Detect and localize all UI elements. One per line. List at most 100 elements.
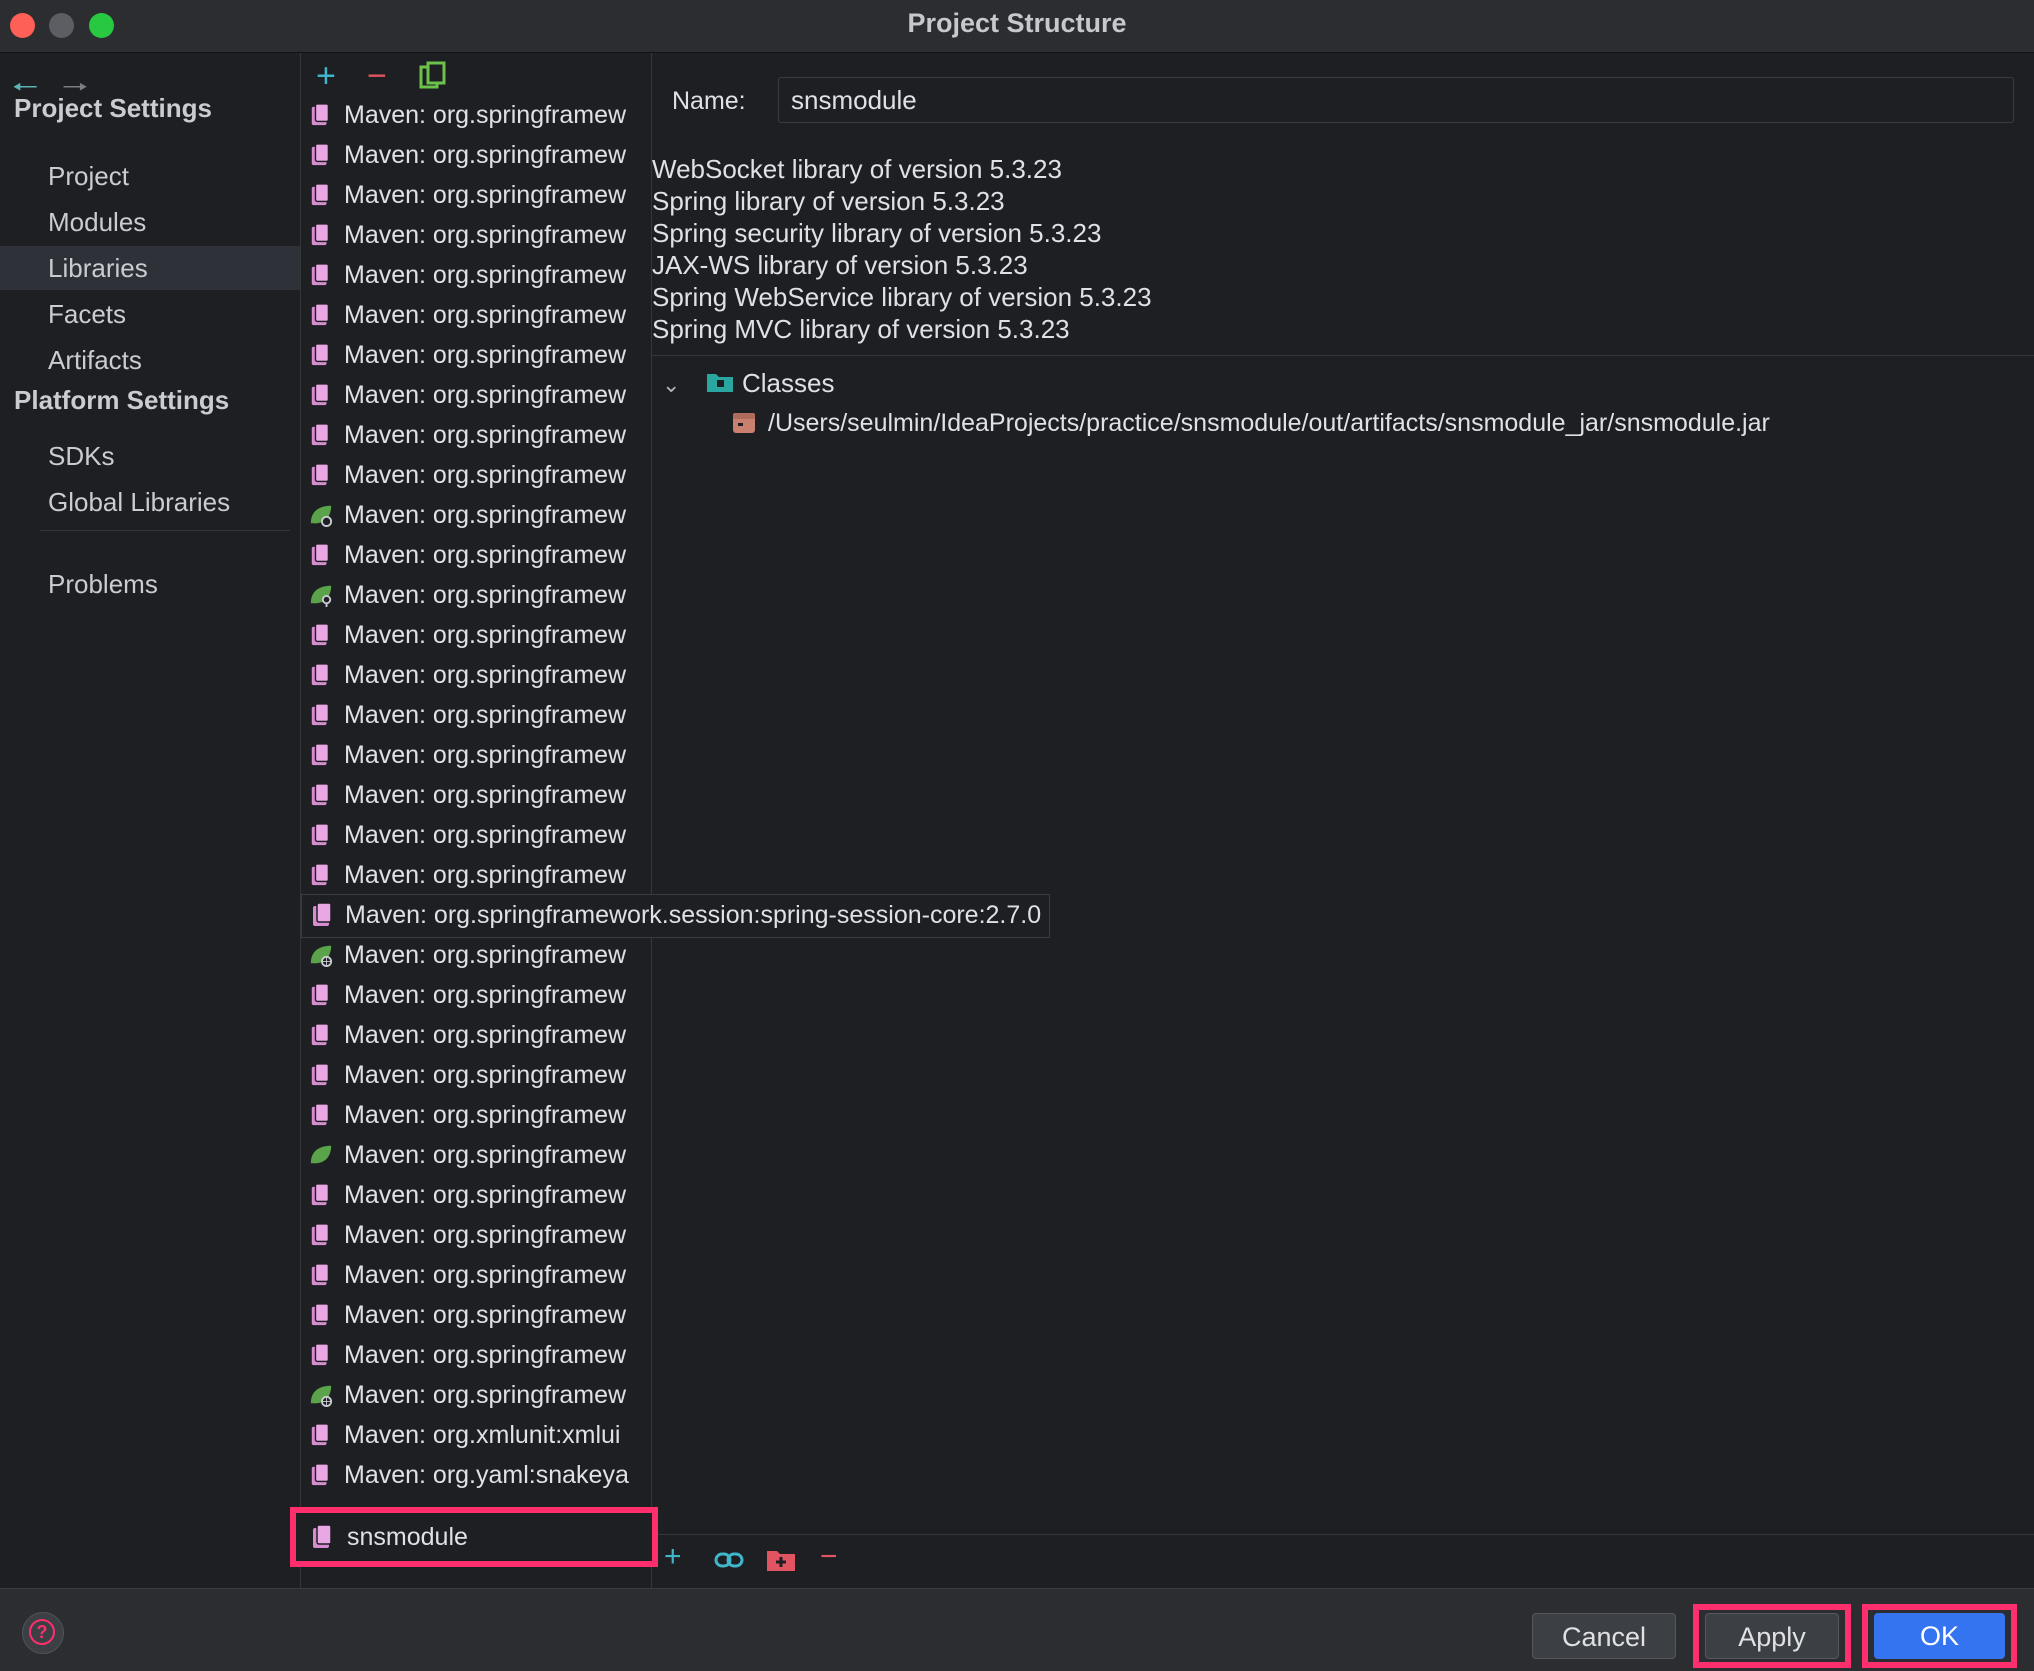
minus-icon[interactable]: −	[367, 57, 387, 96]
library-item-label: Maven: org.springframew	[344, 301, 627, 329]
add-root-plus-icon[interactable]: +	[664, 1540, 682, 1574]
library-icon	[311, 143, 330, 166]
cancel-button[interactable]: Cancel	[1532, 1613, 1676, 1659]
library-icon	[311, 1223, 330, 1246]
remove-root-minus-icon[interactable]: −	[820, 1540, 838, 1574]
library-item-label: Maven: org.springframew	[344, 741, 627, 769]
library-icon	[311, 383, 330, 406]
sidebar-item-artifacts[interactable]: Artifacts	[0, 338, 300, 382]
library-item-label: Maven: org.springframew	[344, 1061, 627, 1089]
library-item-label: Maven: org.springframew	[344, 781, 627, 809]
library-icon	[311, 543, 330, 566]
spring-key-icon	[310, 585, 332, 607]
library-item-label: Maven: org.springframew	[344, 821, 627, 849]
library-icon	[311, 263, 330, 286]
sidebar-item-libraries[interactable]: Libraries	[0, 246, 300, 290]
library-item-tooltip-label: Maven: org.springframework.session:sprin…	[345, 901, 1042, 929]
library-item-label: Maven: org.springframew	[344, 1141, 627, 1169]
spring-gear-icon	[310, 505, 333, 527]
ok-button[interactable]: OK	[1874, 1613, 2005, 1659]
spring-leaf-icon	[310, 1145, 332, 1164]
divider	[652, 355, 2034, 356]
library-item-label: Maven: org.springframew	[344, 1261, 627, 1289]
library-icon	[311, 783, 330, 806]
library-icon	[311, 1423, 330, 1446]
link-icon[interactable]	[714, 1545, 744, 1579]
library-type-line: Spring security library of version 5.3.2…	[652, 218, 1102, 248]
sidebar-item-sdks[interactable]: SDKs	[0, 434, 300, 478]
sidebar-item-problems[interactable]: Problems	[0, 562, 300, 606]
library-item-label: Maven: org.springframew	[344, 861, 627, 889]
divider	[652, 1534, 2034, 1535]
jar-icon	[733, 413, 755, 433]
name-input[interactable]	[778, 77, 2014, 123]
library-item-label: Maven: org.springframew	[344, 1101, 627, 1129]
dialog-button-bar: ? Cancel Apply OK	[0, 1588, 2034, 1671]
sidebar-item-global-libraries[interactable]: Global Libraries	[0, 480, 300, 524]
sidebar-item-modules[interactable]: Modules	[0, 200, 300, 244]
library-item-label: Maven: org.springframew	[344, 461, 627, 489]
library-item-label: Maven: org.springframew	[344, 1021, 627, 1049]
library-item-label: Maven: org.yaml:snakeya	[344, 1461, 629, 1489]
add-folder-icon[interactable]	[766, 1546, 796, 1580]
library-item-label: Maven: org.xmlunit:xmlui	[344, 1421, 621, 1449]
library-icon	[311, 1343, 330, 1366]
library-item-label: Maven: org.springframew	[344, 941, 627, 969]
library-item-label: Maven: org.springframew	[344, 101, 627, 129]
library-icon	[311, 983, 330, 1006]
question-icon: ?	[29, 1619, 55, 1645]
library-item-label: Maven: org.springframew	[344, 421, 627, 449]
plus-icon[interactable]: +	[316, 57, 336, 96]
library-icon	[313, 1524, 332, 1548]
classes-folder-icon	[707, 374, 733, 392]
library-item-label: Maven: org.springframew	[344, 701, 627, 729]
library-icon	[311, 1303, 330, 1326]
library-detail-panel: Name: WebSocket library of version 5.3.2…	[652, 53, 2034, 1588]
library-item-label: Maven: org.springframew	[344, 181, 627, 209]
library-icon	[313, 902, 332, 926]
spring-globe-icon	[310, 945, 333, 967]
copy-icon[interactable]	[419, 61, 447, 100]
sidebar-divider	[40, 530, 290, 531]
library-icon	[311, 863, 330, 886]
library-type-line: WebSocket library of version 5.3.23	[652, 154, 1062, 184]
platform-settings-header: Platform Settings	[14, 385, 230, 415]
library-item-tooltip[interactable]: Maven: org.springframework.session:sprin…	[301, 894, 1051, 938]
library-icon	[311, 743, 330, 766]
chevron-down-icon[interactable]: ⌄	[662, 367, 684, 403]
library-icon	[311, 1263, 330, 1286]
sidebar-item-project[interactable]: Project	[0, 154, 300, 198]
sidebar-item-facets[interactable]: Facets	[0, 292, 300, 336]
library-item-snsmodule[interactable]: snsmodule	[290, 1507, 658, 1567]
apply-button[interactable]: Apply	[1705, 1613, 1839, 1659]
library-icon	[311, 703, 330, 726]
library-item-label: Maven: org.springframew	[344, 1221, 627, 1249]
library-icon	[311, 1103, 330, 1126]
library-item-label: Maven: org.springframew	[344, 621, 627, 649]
library-item-label: Maven: org.springframew	[344, 1341, 627, 1369]
library-item-label: Maven: org.springframew	[344, 661, 627, 689]
library-icon	[311, 623, 330, 646]
library-item-label: Maven: org.springframew	[344, 1301, 627, 1329]
name-label: Name:	[672, 87, 746, 115]
library-item-label: Maven: org.springframew	[344, 581, 627, 609]
title-bar: Project Structure	[0, 0, 2034, 53]
classes-tree-node[interactable]: ⌄ Classes	[662, 365, 834, 403]
project-settings-header: Project Settings	[14, 93, 212, 123]
library-icon	[311, 1183, 330, 1206]
spring-globe-icon	[310, 1385, 333, 1407]
library-icon	[311, 183, 330, 206]
help-button[interactable]: ?	[22, 1612, 64, 1654]
ok-button-highlight: OK	[1862, 1604, 2017, 1668]
library-item-label: Maven: org.springframew	[344, 1381, 627, 1409]
apply-button-highlight: Apply	[1693, 1604, 1851, 1668]
library-icon	[311, 823, 330, 846]
library-icon	[311, 223, 330, 246]
library-item-label: Maven: org.springframew	[344, 501, 627, 529]
library-item-label: snsmodule	[347, 1523, 468, 1551]
library-item-label: Maven: org.springframew	[344, 981, 627, 1009]
library-type-line: JAX-WS library of version 5.3.23	[652, 250, 1028, 280]
window-title: Project Structure	[907, 8, 1127, 38]
library-icon	[311, 1023, 330, 1046]
library-icon	[311, 103, 330, 126]
